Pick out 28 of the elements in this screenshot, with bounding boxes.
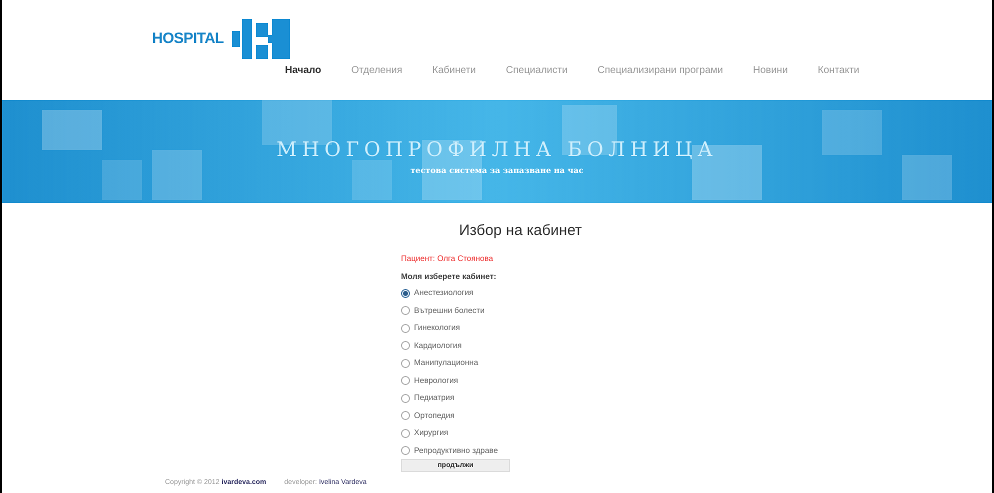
logo-icon xyxy=(232,19,292,59)
radio-option[interactable]: Вътрешни болести xyxy=(401,302,485,320)
radio-button[interactable] xyxy=(401,446,410,456)
banner-subtitle: тестова система за запазване на час xyxy=(410,164,584,176)
radio-button[interactable] xyxy=(401,341,410,350)
radio-option[interactable]: Педиатрия xyxy=(401,390,454,407)
radio-option[interactable]: Неврология xyxy=(401,372,458,390)
radio-button[interactable] xyxy=(401,358,410,368)
radio-option[interactable]: Ортопедия xyxy=(401,407,455,424)
radio-option[interactable]: Гинекология xyxy=(401,320,460,337)
radio-button[interactable] xyxy=(401,411,410,420)
radio-button[interactable] xyxy=(401,394,410,403)
radio-option[interactable]: Репродуктивно здраве xyxy=(401,442,498,460)
radio-button[interactable] xyxy=(401,306,410,316)
radio-button[interactable] xyxy=(401,324,410,333)
radio-option[interactable]: Анестезиология xyxy=(401,284,474,302)
nav-link[interactable]: Начало xyxy=(285,63,322,78)
patient-name: Пациент: Олга Стоянова xyxy=(401,252,494,264)
radio-option[interactable]: Манипулационна xyxy=(401,354,478,372)
radio-button[interactable] xyxy=(401,428,410,438)
page-heading: Избор на кабинет xyxy=(459,221,582,241)
radio-button[interactable] xyxy=(401,376,410,386)
radio-option[interactable]: Кардиология xyxy=(401,337,462,354)
banner-title: МНОГОПРОФИЛНА БОЛНИЦА xyxy=(276,136,718,162)
logo-text: HOSPITAL xyxy=(152,28,224,49)
prompt-text: Моля изберете кабинет: xyxy=(401,270,496,282)
radio-option[interactable]: Хирургия xyxy=(401,424,448,442)
radio-button[interactable] xyxy=(401,288,410,298)
